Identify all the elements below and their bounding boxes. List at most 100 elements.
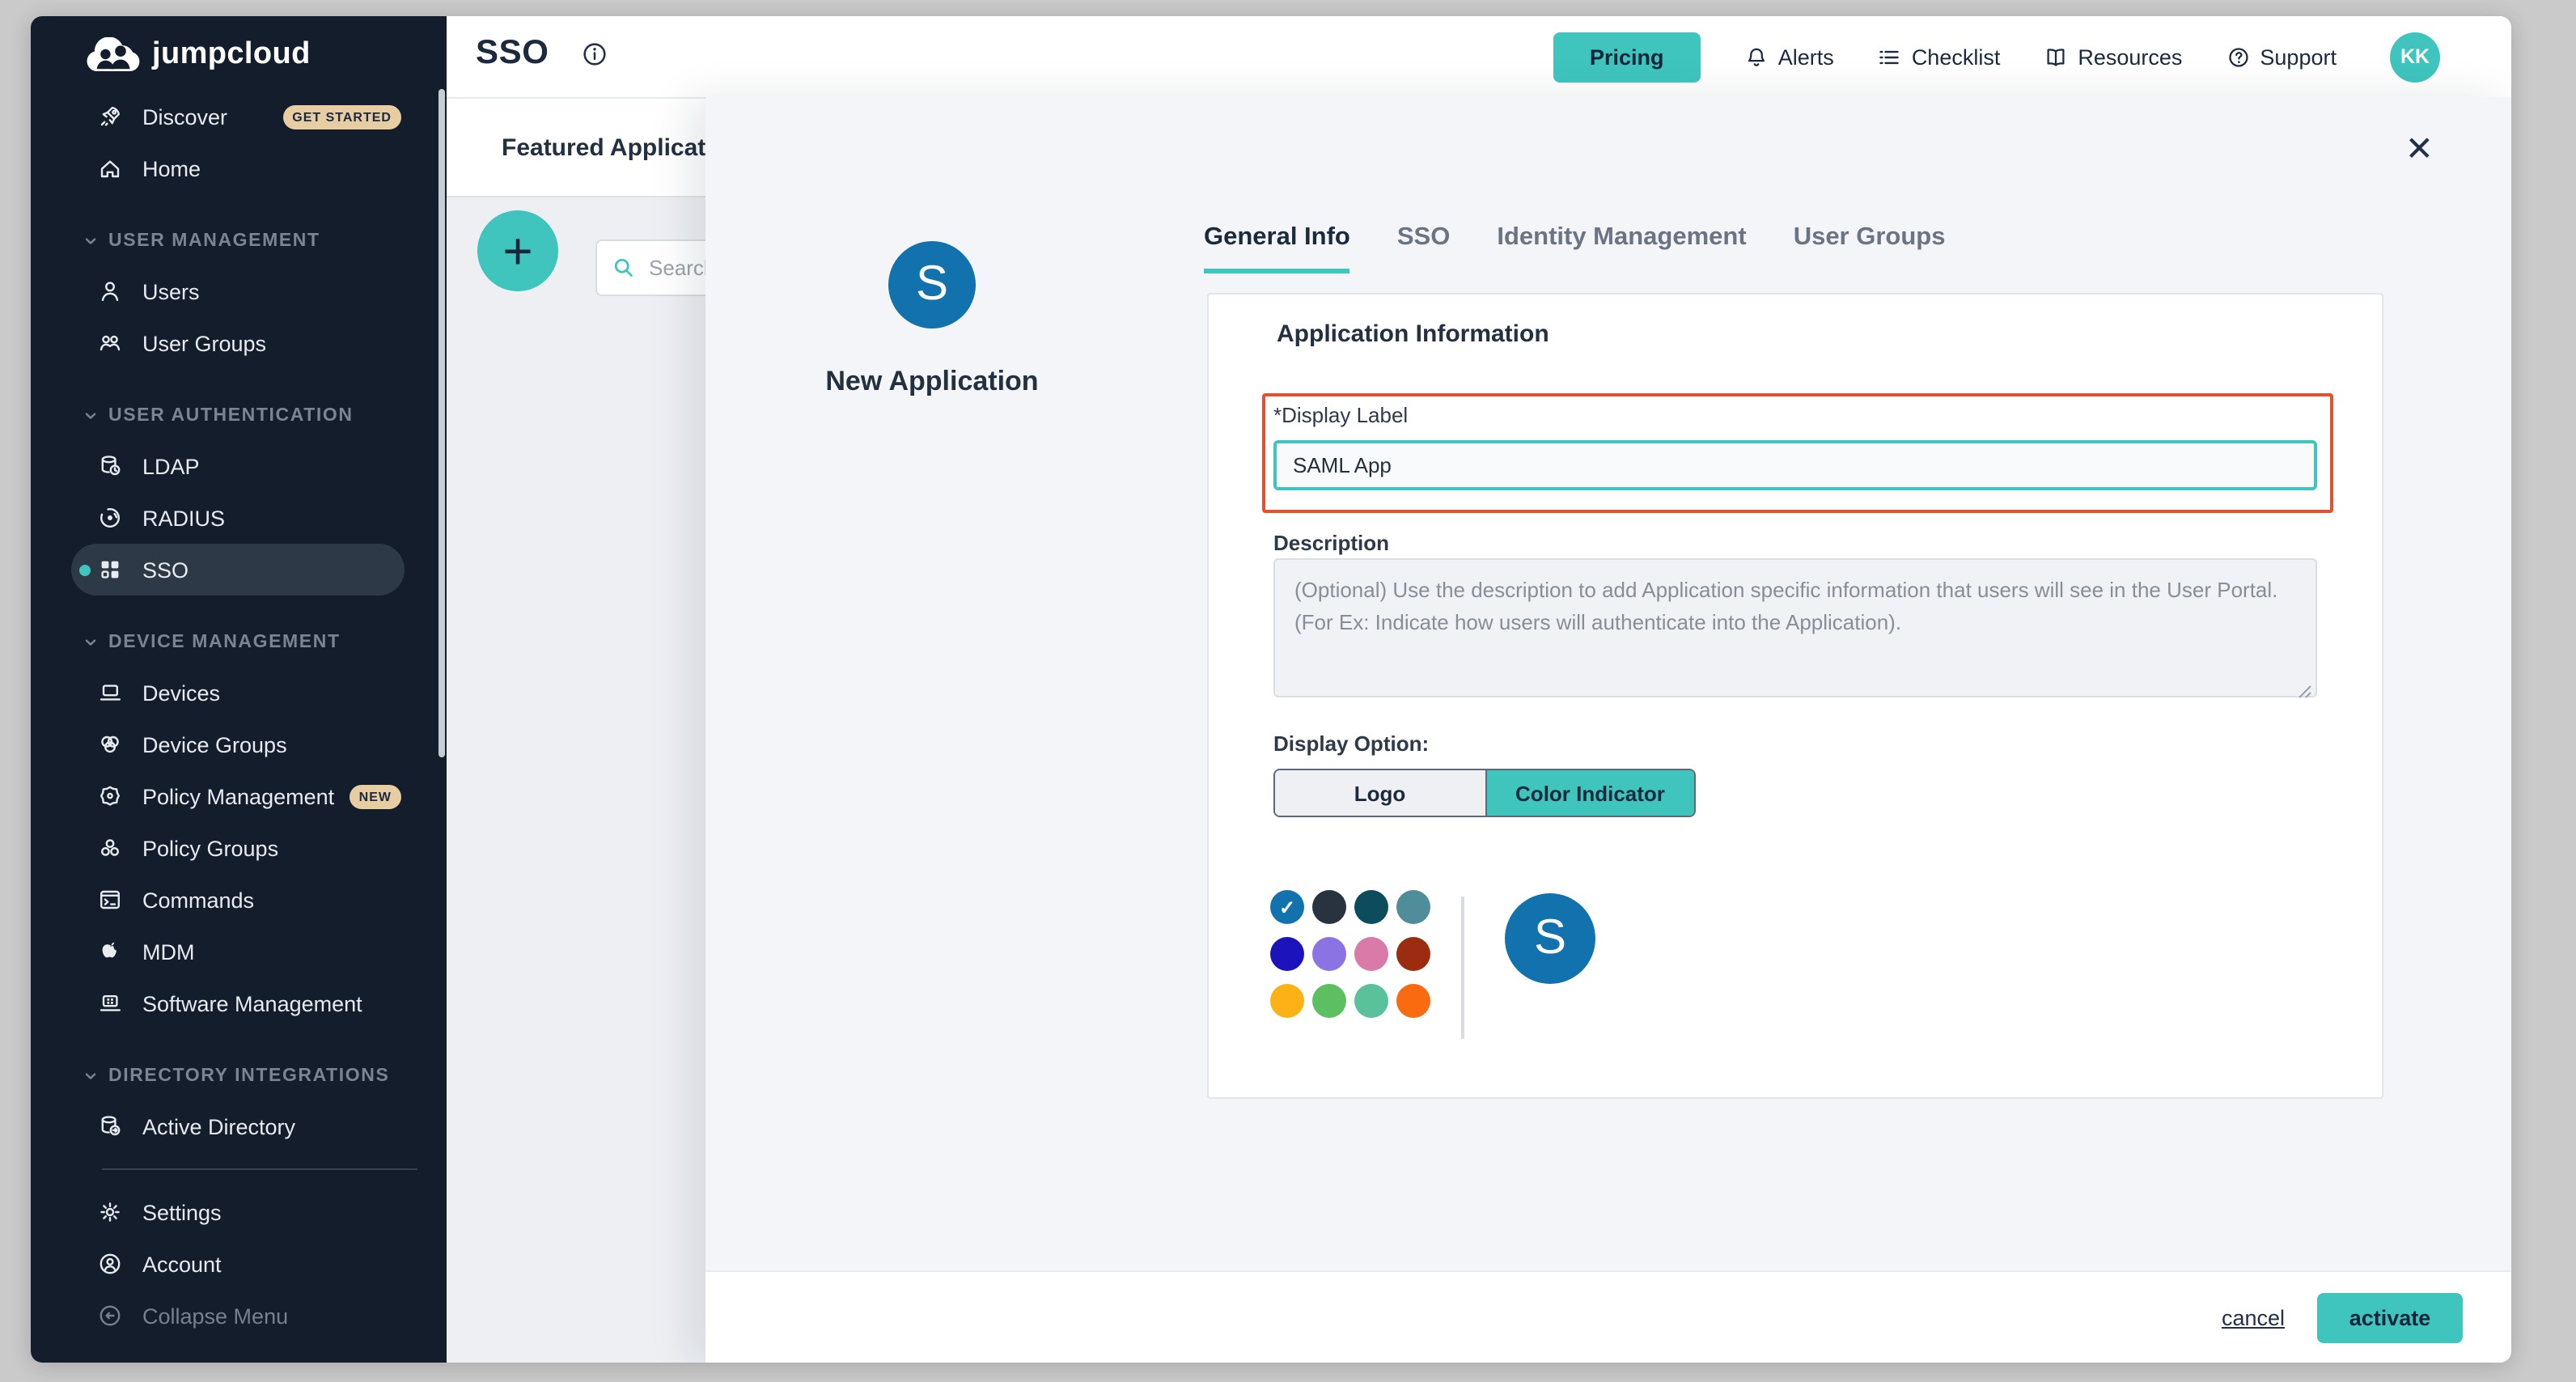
radius-radar-icon: [97, 505, 123, 531]
sidebar-item-label: Policy Management: [142, 784, 334, 808]
info-icon[interactable]: [582, 40, 609, 67]
color-swatch-2[interactable]: [1312, 890, 1346, 924]
checklist-icon: [1878, 45, 1902, 69]
sidebar-section-directory-integrations[interactable]: DIRECTORY INTEGRATIONS: [31, 1052, 447, 1100]
check-icon: ✓: [1270, 890, 1304, 924]
description-textarea[interactable]: [1273, 558, 2317, 697]
card-heading: Application Information: [1277, 320, 1549, 348]
sidebar-section-device-management[interactable]: DEVICE MANAGEMENT: [31, 618, 447, 667]
sidebar-item-ldap[interactable]: LDAP: [31, 440, 447, 492]
application-initial: S: [916, 257, 948, 312]
sidebar-item-settings[interactable]: Settings: [31, 1186, 447, 1238]
devices-laptop-icon: [97, 680, 123, 706]
sidebar-item-policy-groups[interactable]: Policy Groups: [31, 822, 447, 874]
color-swatch-9[interactable]: [1270, 984, 1304, 1018]
jumpcloud-logo[interactable]: jumpcloud: [86, 37, 311, 73]
color-swatch-1[interactable]: ✓: [1270, 890, 1304, 924]
sidebar-item-user-groups[interactable]: User Groups: [31, 317, 447, 369]
display-label-input[interactable]: [1273, 440, 2317, 490]
alerts-button[interactable]: Alerts: [1744, 45, 1834, 69]
sidebar-section-label: DIRECTORY INTEGRATIONS: [108, 1066, 389, 1086]
sidebar-section-user-authentication[interactable]: USER AUTHENTICATION: [31, 392, 447, 440]
color-swatch-7[interactable]: [1354, 937, 1388, 971]
description-wrap: [1273, 558, 2317, 697]
application-information-card: Application Information *Display Label D…: [1207, 293, 2383, 1099]
application-initial-badge: S: [888, 241, 976, 329]
gear-icon: [97, 1199, 123, 1225]
account-circle-icon: [97, 1251, 123, 1277]
sidebar-item-label: Software Management: [142, 991, 362, 1015]
sidebar-item-software-management[interactable]: Software Management: [31, 977, 447, 1029]
display-option-label: Display Option:: [1273, 731, 1429, 756]
color-swatch-12[interactable]: [1396, 984, 1430, 1018]
color-swatch-11[interactable]: [1354, 984, 1388, 1018]
sidebar-item-discover[interactable]: DiscoverGET STARTED: [31, 91, 447, 142]
sidebar-item-active-directory[interactable]: Active Directory: [31, 1100, 447, 1152]
policy-badge-icon: [97, 783, 123, 809]
sidebar-item-label: MDM: [142, 939, 195, 964]
sidebar-item-radius[interactable]: RADIUS: [31, 492, 447, 544]
tab-general-info[interactable]: General Info: [1204, 223, 1350, 273]
chevron-down-icon: [83, 408, 99, 424]
sidebar-item-sso[interactable]: SSO: [71, 544, 405, 596]
sidebar-item-collapse-menu[interactable]: Collapse Menu: [31, 1290, 447, 1342]
sidebar-item-label: Active Directory: [142, 1114, 295, 1138]
resources-button[interactable]: Resources: [2044, 45, 2182, 69]
sidebar-item-mdm[interactable]: MDM: [31, 926, 447, 977]
tab-user-groups[interactable]: User Groups: [1794, 223, 1946, 273]
display-option-logo[interactable]: Logo: [1275, 770, 1485, 816]
add-application-button[interactable]: +: [477, 210, 558, 291]
sidebar-item-users[interactable]: Users: [31, 265, 447, 317]
checklist-button[interactable]: Checklist: [1878, 45, 2001, 69]
user-avatar[interactable]: KK: [2390, 32, 2440, 82]
home-icon: [97, 155, 123, 181]
color-swatch-10[interactable]: [1312, 984, 1346, 1018]
software-laptop-icon: [97, 990, 123, 1016]
sidebar-item-home[interactable]: Home: [31, 142, 447, 194]
device-groups-venn-icon: [97, 731, 123, 757]
cancel-button[interactable]: cancel: [2222, 1305, 2285, 1329]
sidebar-item-label: RADIUS: [142, 506, 225, 530]
sidebar-section-label: USER MANAGEMENT: [108, 231, 320, 251]
sidebar-section-user-management[interactable]: USER MANAGEMENT: [31, 217, 447, 265]
resize-handle-icon[interactable]: [2298, 678, 2312, 693]
user-icon: [97, 278, 123, 304]
sidebar-item-commands[interactable]: Commands: [31, 874, 447, 926]
sidebar-item-label: Device Groups: [142, 732, 287, 757]
active-directory-database-icon: [97, 1113, 123, 1139]
sidebar-scrollbar[interactable]: [439, 89, 445, 757]
sidebar-item-account[interactable]: Account: [31, 1238, 447, 1290]
close-icon[interactable]: ✕: [2405, 133, 2434, 167]
tab-identity-management[interactable]: Identity Management: [1497, 223, 1746, 273]
color-preview-badge: S: [1505, 893, 1595, 984]
tab-sso[interactable]: SSO: [1397, 223, 1450, 273]
sso-grid-icon: [97, 557, 123, 583]
chevron-down-icon: [83, 634, 99, 651]
description-label: Description: [1273, 531, 1389, 555]
sidebar-item-label: Settings: [142, 1200, 222, 1224]
plus-icon: +: [502, 214, 532, 288]
commands-terminal-icon: [97, 887, 123, 913]
sidebar-item-label: SSO: [142, 557, 189, 582]
color-swatch-5[interactable]: [1270, 937, 1304, 971]
display-option-color-indicator[interactable]: Color Indicator: [1485, 770, 1694, 816]
sidebar-section-label: DEVICE MANAGEMENT: [108, 633, 341, 652]
chevron-down-icon: [83, 233, 99, 249]
sidebar-item-device-groups[interactable]: Device Groups: [31, 719, 447, 770]
modal-tabs: General Info SSO Identity Management User G…: [1204, 223, 1945, 273]
sidebar-item-devices[interactable]: Devices: [31, 667, 447, 719]
rocket-icon: [97, 104, 123, 129]
sidebar-item-policy-management[interactable]: Policy ManagementNEW: [31, 770, 447, 822]
swatch-preview-divider: [1461, 897, 1464, 1039]
pricing-button[interactable]: Pricing: [1553, 32, 1701, 82]
color-swatch-8[interactable]: [1396, 937, 1430, 971]
color-swatch-6[interactable]: [1312, 937, 1346, 971]
checklist-label: Checklist: [1912, 45, 2001, 69]
activate-button[interactable]: activate: [2317, 1292, 2463, 1342]
color-swatch-3[interactable]: [1354, 890, 1388, 924]
book-icon: [2044, 45, 2068, 69]
sidebar-nav: DiscoverGET STARTED Home USER MANAGEMENT Us…: [31, 91, 447, 1342]
color-swatch-4[interactable]: [1396, 890, 1430, 924]
support-button[interactable]: Support: [2226, 45, 2337, 69]
sidebar-item-label: Home: [142, 156, 201, 180]
